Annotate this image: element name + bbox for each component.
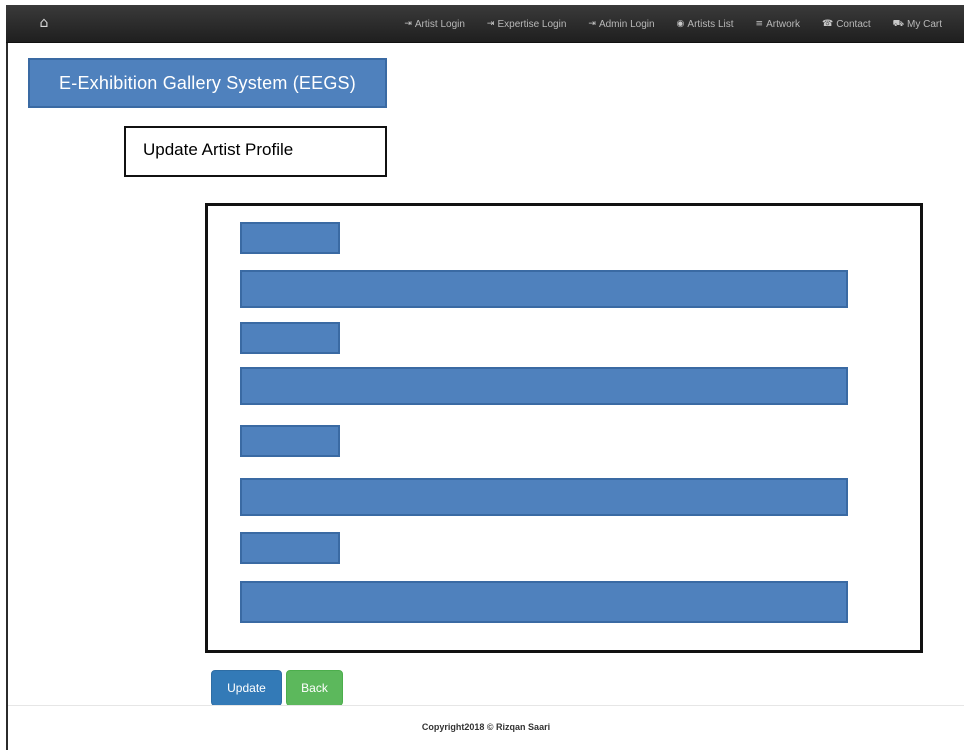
nav-expertise-login[interactable]: ⇥ Expertise Login: [487, 19, 566, 30]
form-label-placeholder: [240, 532, 340, 564]
list-icon: ≡: [755, 19, 764, 29]
login-icon: ⇥: [404, 19, 412, 29]
home-icon[interactable]: ⌂: [36, 15, 52, 31]
nav-artist-login-label: Artist Login: [414, 18, 465, 30]
nav-artist-login[interactable]: ⇥ Artist Login: [404, 19, 465, 30]
back-button[interactable]: Back: [286, 670, 343, 706]
nav-artists-list[interactable]: ◉ Artists List: [677, 19, 734, 30]
footer-copyright: Copyright2018 © Rizqan Saari: [421, 722, 551, 732]
page-title: Update Artist Profile: [124, 126, 387, 177]
nav-expertise-login-label: Expertise Login: [497, 18, 567, 30]
phone-icon: ☎: [821, 19, 834, 29]
login-icon: ⇥: [486, 19, 495, 29]
nav-contact-label: Contact: [836, 18, 871, 30]
nav-my-cart-label: My Cart: [907, 18, 942, 30]
nav-artists-list-label: Artists List: [687, 18, 734, 30]
login-icon: ⇥: [588, 19, 596, 29]
update-button[interactable]: Update: [211, 670, 282, 706]
nav-artwork[interactable]: ≡ Artwork: [756, 19, 800, 30]
form-label-placeholder: [240, 425, 340, 457]
form-input-placeholder[interactable]: [240, 581, 848, 623]
nav-admin-login-label: Admin Login: [598, 18, 655, 30]
form-label-placeholder: [240, 322, 340, 354]
form-input-placeholder[interactable]: [240, 367, 848, 405]
form-input-placeholder[interactable]: [240, 270, 848, 308]
globe-icon: ◉: [676, 19, 685, 29]
nav-my-cart[interactable]: ⛟ My Cart: [893, 19, 942, 30]
form-input-placeholder[interactable]: [240, 478, 848, 516]
nav-admin-login[interactable]: ⇥ Admin Login: [588, 19, 654, 30]
brand-title: E-Exhibition Gallery System (EEGS): [28, 58, 387, 108]
nav-artwork-label: Artwork: [766, 18, 800, 30]
cart-icon: ⛟: [892, 18, 904, 29]
navbar-menu: ⇥ Artist Login ⇥ Expertise Login ⇥ Admin…: [404, 5, 942, 43]
nav-contact[interactable]: ☎ Contact: [822, 19, 871, 30]
footer-divider: [8, 705, 964, 706]
top-navbar: ⌂ ⇥ Artist Login ⇥ Expertise Login ⇥ Adm…: [6, 5, 964, 43]
form-label-placeholder: [240, 222, 340, 254]
